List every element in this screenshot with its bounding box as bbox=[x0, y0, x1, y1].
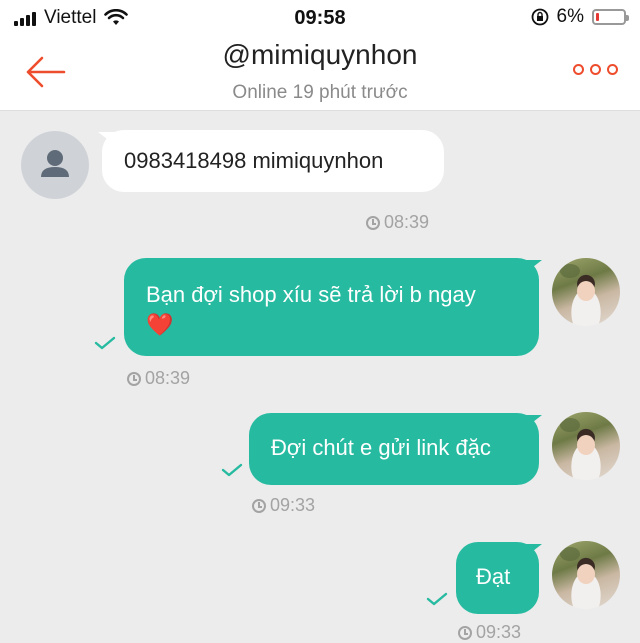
more-options-button[interactable] bbox=[573, 64, 618, 75]
chat-thread[interactable]: 0983418498 mimiquynhon 08:39 Bạn đợi sho… bbox=[0, 110, 640, 642]
battery-percent: 6% bbox=[556, 6, 584, 27]
user-avatar[interactable] bbox=[552, 541, 620, 609]
chat-header: @mimiquynhon Online 19 phút trước bbox=[0, 36, 640, 111]
status-bar: Viettel 09:58 6% bbox=[0, 0, 640, 36]
message-bubble-incoming[interactable]: 0983418498 mimiquynhon bbox=[102, 130, 444, 192]
message-text: Bạn đợi shop xíu sẽ trả lời b ngay bbox=[146, 282, 476, 307]
user-icon bbox=[41, 150, 69, 177]
read-check-icon bbox=[221, 463, 243, 477]
message-bubble-outgoing[interactable]: Đợi chút e gửi link đặc bbox=[249, 413, 539, 485]
online-status: Online 19 phút trước bbox=[232, 82, 408, 103]
chat-title: @mimiquynhon bbox=[222, 39, 418, 70]
more-dots-icon bbox=[573, 64, 584, 75]
clock-icon bbox=[252, 498, 266, 513]
message-timestamp: 08:39 bbox=[366, 212, 429, 233]
user-avatar[interactable] bbox=[552, 258, 620, 326]
status-right: 6% bbox=[531, 6, 629, 28]
bubble-tail bbox=[524, 415, 542, 429]
bubble-tail bbox=[524, 544, 542, 558]
heart-emoji: ❤️ bbox=[146, 312, 174, 337]
message-bubble-outgoing[interactable]: Bạn đợi shop xíu sẽ trả lời b ngay ❤️ bbox=[124, 258, 539, 356]
orientation-lock-icon bbox=[531, 8, 548, 26]
bubble-tail bbox=[524, 260, 542, 274]
battery-icon bbox=[592, 9, 629, 25]
message-text: Đợi chút e gửi link đặc bbox=[271, 435, 491, 460]
read-check-icon bbox=[426, 592, 448, 606]
message-text: Đạt bbox=[476, 564, 511, 589]
message-timestamp: 09:33 bbox=[252, 495, 315, 516]
clock-icon bbox=[127, 371, 141, 386]
clock-icon bbox=[366, 215, 380, 230]
read-check-icon bbox=[94, 336, 116, 350]
message-timestamp: 08:39 bbox=[127, 368, 190, 389]
clock-icon bbox=[458, 625, 472, 640]
user-avatar[interactable] bbox=[552, 412, 620, 480]
contact-avatar[interactable] bbox=[21, 131, 89, 199]
message-text: 0983418498 mimiquynhon bbox=[124, 148, 384, 173]
